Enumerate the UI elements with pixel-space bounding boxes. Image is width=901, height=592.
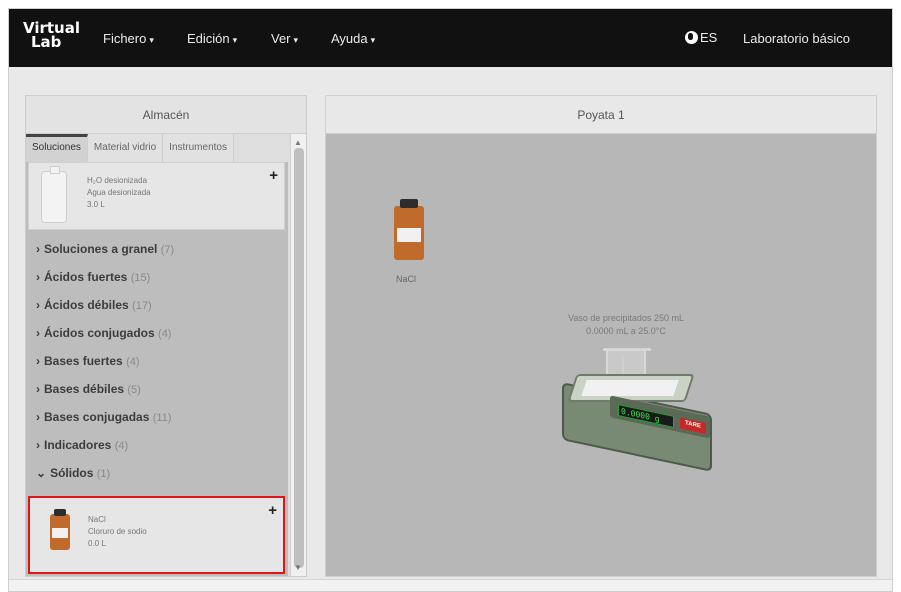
chevron-right-icon: › bbox=[36, 326, 40, 340]
nacl-amount: 0.0 L bbox=[88, 539, 106, 548]
category-label: Ácidos conjugados bbox=[44, 326, 155, 340]
category-label: Bases conjugadas bbox=[44, 410, 150, 424]
category-count: (1) bbox=[96, 468, 111, 480]
nacl-formula: NaCl bbox=[88, 515, 106, 524]
chevron-right-icon: › bbox=[36, 242, 40, 256]
category-solidos[interactable]: ⌄ Sólidos (1) bbox=[36, 466, 110, 480]
water-bottle-icon bbox=[41, 166, 67, 223]
add-water-button[interactable]: + bbox=[269, 167, 278, 184]
category-bases-debiles[interactable]: › Bases débiles (5) bbox=[36, 382, 141, 396]
language-selector[interactable]: ES bbox=[685, 30, 717, 45]
category-bases-fuertes[interactable]: › Bases fuertes (4) bbox=[36, 354, 140, 368]
category-soluciones-granel[interactable]: › Soluciones a granel (7) bbox=[36, 242, 174, 256]
caret-down-icon: ▾ bbox=[232, 35, 238, 45]
category-indicadores[interactable]: › Indicadores (4) bbox=[36, 438, 128, 452]
category-label: Soluciones a granel bbox=[44, 242, 158, 256]
store-scrollbar[interactable]: ▲ ▼ bbox=[290, 134, 306, 576]
category-label: Ácidos fuertes bbox=[44, 270, 128, 284]
beaker-info: 0.0000 mL a 25.0°C bbox=[586, 326, 666, 336]
chevron-right-icon: › bbox=[36, 410, 40, 424]
scroll-down-icon[interactable]: ▼ bbox=[294, 563, 302, 572]
store-panel: Almacén Soluciones Material vidrio Instr… bbox=[25, 95, 307, 577]
category-count: (4) bbox=[158, 328, 172, 340]
bottle-cap bbox=[54, 509, 66, 516]
caret-down-icon: ▾ bbox=[149, 35, 154, 45]
category-count: (15) bbox=[130, 272, 151, 284]
bottle-icon bbox=[50, 509, 70, 550]
menu-label: Ayuda bbox=[331, 31, 368, 46]
category-label: Bases débiles bbox=[44, 382, 125, 396]
category-acidos-conjugados[interactable]: › Ácidos conjugados (4) bbox=[36, 326, 171, 340]
add-nacl-button[interactable]: + bbox=[268, 502, 277, 519]
category-label: Indicadores bbox=[44, 438, 112, 452]
virtual-lab-logo[interactable]: Virtual Lab bbox=[23, 21, 81, 55]
menu-ayuda[interactable]: Ayuda ▾ bbox=[331, 31, 375, 46]
navbar: Virtual Lab Fichero ▾ Edición ▾ Ver ▾ Ayuda… bbox=[9, 9, 892, 67]
bottle-label bbox=[397, 228, 421, 242]
menu-label: Fichero bbox=[103, 31, 147, 46]
chevron-right-icon: › bbox=[36, 298, 40, 312]
bench-panel: Poyata 1 NaCl Vaso de precipitados 250 m… bbox=[325, 95, 877, 577]
store-list: H₂O desionizada Agua desionizada 3.0 L +… bbox=[26, 162, 288, 576]
scroll-thumb[interactable] bbox=[294, 148, 304, 568]
nacl-bottle-icon[interactable] bbox=[394, 199, 424, 260]
caret-down-icon: ▾ bbox=[370, 35, 376, 45]
beaker-title: Vaso de precipitados 250 mL bbox=[568, 313, 684, 323]
tab-instrumentos[interactable]: Instrumentos bbox=[163, 134, 234, 162]
category-count: (7) bbox=[160, 244, 175, 256]
chevron-right-icon: › bbox=[36, 354, 40, 368]
nacl-info: NaCl Cloruro de sodio 0.0 L bbox=[88, 514, 147, 550]
chevron-right-icon: › bbox=[36, 438, 40, 452]
bench-workspace[interactable]: NaCl Vaso de precipitados 250 mL 0.0000 … bbox=[326, 134, 876, 576]
category-count: (5) bbox=[127, 384, 141, 396]
chevron-down-icon: ⌄ bbox=[36, 466, 47, 480]
water-formula: H₂O desionizada bbox=[87, 176, 148, 185]
bottle-label bbox=[52, 528, 68, 538]
category-count: (11) bbox=[152, 412, 172, 424]
nacl-name: Cloruro de sodio bbox=[88, 527, 147, 536]
language-label: ES bbox=[700, 30, 718, 45]
tab-material-vidrio[interactable]: Material vidrio bbox=[87, 134, 164, 162]
bench-title: Poyata 1 bbox=[326, 96, 876, 134]
app-window: Virtual Lab Fichero ▾ Edición ▾ Ver ▾ Ayuda… bbox=[8, 8, 893, 592]
chevron-right-icon: › bbox=[36, 270, 40, 284]
lab-name-menu[interactable]: Laboratorio básico bbox=[743, 31, 850, 46]
beaker-label: Vaso de precipitados 250 mL 0.0000 mL a … bbox=[526, 312, 726, 338]
menu-edicion[interactable]: Edición ▾ bbox=[187, 31, 237, 46]
category-acidos-fuertes[interactable]: › Ácidos fuertes (15) bbox=[36, 270, 150, 284]
category-label: Ácidos débiles bbox=[44, 298, 129, 312]
category-label: Bases fuertes bbox=[44, 354, 123, 368]
category-label: Sólidos bbox=[50, 466, 94, 480]
bottle-cap bbox=[400, 199, 418, 208]
water-info: H₂O desionizada Agua desionizada 3.0 L bbox=[87, 175, 151, 211]
category-acidos-debiles[interactable]: › Ácidos débiles (17) bbox=[36, 298, 152, 312]
bench-bottle-label: NaCl bbox=[396, 274, 417, 284]
category-count: (17) bbox=[132, 300, 152, 312]
tab-soluciones[interactable]: Soluciones bbox=[26, 134, 88, 162]
menu-ver[interactable]: Ver ▾ bbox=[271, 31, 298, 46]
water-card[interactable]: H₂O desionizada Agua desionizada 3.0 L + bbox=[28, 162, 285, 230]
chevron-right-icon: › bbox=[36, 382, 40, 396]
bottom-scrollbar[interactable] bbox=[9, 579, 892, 591]
store-title: Almacén bbox=[26, 96, 306, 134]
store-tabs: Soluciones Material vidrio Instrumentos bbox=[26, 134, 288, 162]
category-bases-conjugadas[interactable]: › Bases conjugadas (11) bbox=[36, 410, 171, 424]
caret-down-icon: ▾ bbox=[293, 35, 299, 45]
water-amount: 3.0 L bbox=[87, 200, 105, 209]
balance-scale[interactable]: 0.0000 g TARE bbox=[562, 374, 718, 472]
nacl-card[interactable]: NaCl Cloruro de sodio 0.0 L + bbox=[28, 496, 285, 574]
menu-fichero[interactable]: Fichero ▾ bbox=[103, 31, 154, 46]
logo-line-2: Lab bbox=[31, 33, 62, 51]
water-name: Agua desionizada bbox=[87, 188, 151, 197]
menu-label: Ver bbox=[271, 31, 291, 46]
category-count: (4) bbox=[114, 440, 129, 452]
category-count: (4) bbox=[126, 356, 140, 368]
scale-plate bbox=[581, 380, 679, 396]
menu-label: Edición bbox=[187, 31, 230, 46]
globe-icon bbox=[685, 31, 698, 44]
scroll-up-icon[interactable]: ▲ bbox=[294, 138, 302, 147]
